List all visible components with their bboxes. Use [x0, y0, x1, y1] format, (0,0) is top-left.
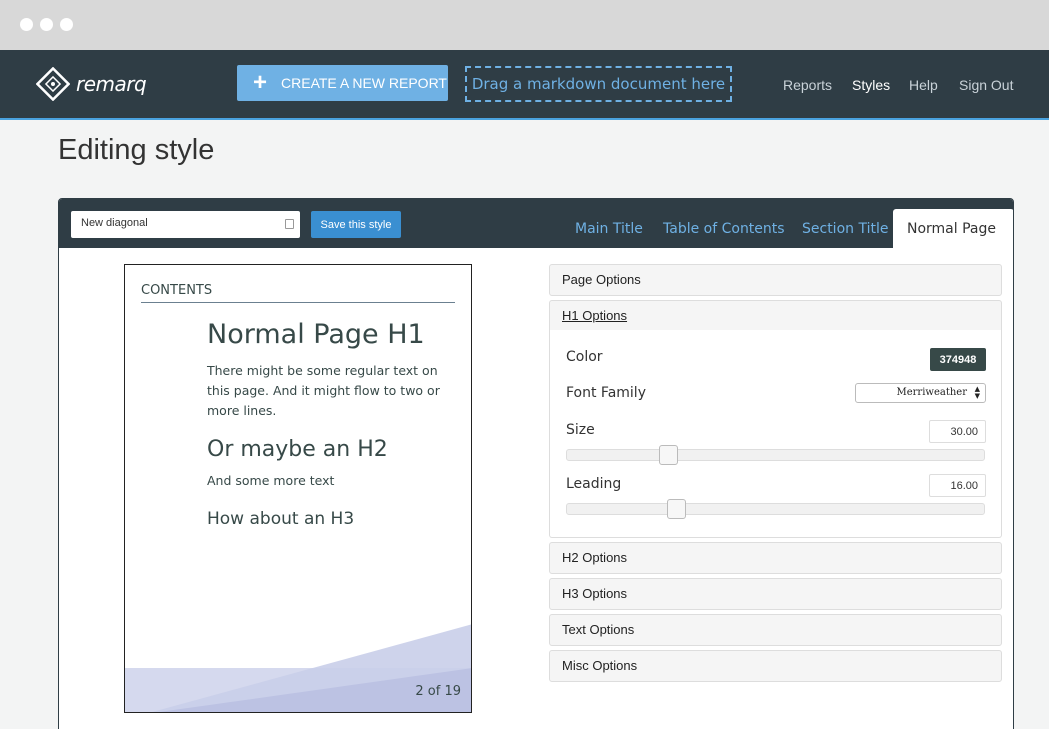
keyboard-icon: [285, 219, 294, 229]
drop-zone-label: Drag a markdown document here: [471, 75, 726, 93]
size-label: Size: [566, 422, 595, 438]
size-input[interactable]: 30.00: [929, 420, 986, 443]
brand-name: remarq: [76, 72, 147, 96]
leading-slider-handle[interactable]: [667, 499, 686, 519]
preview-h3: How about an H3: [207, 509, 355, 529]
create-report-label: CREATE A NEW REPORT: [281, 75, 447, 91]
font-family-select[interactable]: Merriweather ▲ ▼: [855, 383, 986, 403]
h1-options-body: Color 374948 Font Family Merriweather ▲ ▼…: [549, 330, 1002, 538]
preview-divider: [141, 302, 455, 303]
font-family-label: Font Family: [566, 385, 646, 401]
markdown-drop-zone[interactable]: Drag a markdown document here: [465, 66, 732, 102]
size-slider[interactable]: [566, 445, 985, 465]
browser-chrome: [0, 0, 1049, 50]
select-arrows-icon: ▲ ▼: [974, 385, 980, 400]
text-options-section[interactable]: Text Options: [549, 614, 1002, 646]
leading-input[interactable]: 16.00: [929, 474, 986, 497]
h1-options-section[interactable]: H1 Options: [549, 300, 1002, 332]
tab-normal-page[interactable]: Normal Page: [893, 209, 1013, 248]
preview-paragraph-1: There might be some regular text on this…: [207, 363, 440, 418]
style-name-input[interactable]: New diagonal: [71, 211, 300, 238]
preview-page-number: 2 of 19: [415, 684, 461, 699]
style-editor-panel: New diagonal Save this style Main Title …: [58, 198, 1014, 729]
window-maximize-dot[interactable]: [60, 18, 73, 31]
preview-h2: Or maybe an H2: [207, 437, 388, 462]
create-report-button[interactable]: + CREATE A NEW REPORT: [237, 65, 448, 101]
nav-link-styles[interactable]: Styles: [852, 77, 890, 93]
tab-main-title[interactable]: Main Title: [561, 209, 657, 248]
style-name-value: New diagonal: [81, 217, 148, 229]
nav-link-sign-out[interactable]: Sign Out: [959, 77, 1013, 93]
preview-paragraph-2: And some more text: [207, 473, 335, 488]
plus-icon: +: [253, 69, 268, 96]
nav-link-help[interactable]: Help: [909, 77, 938, 93]
window-close-dot[interactable]: [20, 18, 33, 31]
brand-logo[interactable]: remarq: [35, 66, 147, 102]
h2-options-section[interactable]: H2 Options: [549, 542, 1002, 574]
save-style-button[interactable]: Save this style: [311, 211, 401, 238]
leading-label: Leading: [566, 476, 622, 492]
leading-slider[interactable]: [566, 499, 985, 519]
size-slider-handle[interactable]: [659, 445, 678, 465]
page-preview: CONTENTS Normal Page H1 There might be s…: [124, 264, 472, 713]
logo-icon: [35, 66, 71, 102]
editor-header: New diagonal Save this style Main Title …: [59, 199, 1013, 248]
color-picker[interactable]: 374948: [930, 348, 986, 371]
tab-section-title[interactable]: Section Title: [788, 209, 902, 248]
window-minimize-dot[interactable]: [40, 18, 53, 31]
nav-link-reports[interactable]: Reports: [783, 77, 832, 93]
misc-options-section[interactable]: Misc Options: [549, 650, 1002, 682]
top-navbar: remarq + CREATE A NEW REPORT Drag a mark…: [0, 50, 1049, 120]
font-family-value: Merriweather: [896, 387, 967, 398]
page-title: Editing style: [58, 134, 215, 166]
h3-options-section[interactable]: H3 Options: [549, 578, 1002, 610]
preview-h1: Normal Page H1: [207, 319, 425, 350]
tab-table-of-contents[interactable]: Table of Contents: [649, 209, 799, 248]
color-label: Color: [566, 349, 603, 365]
page-options-section[interactable]: Page Options: [549, 264, 1002, 296]
preview-contents-heading: CONTENTS: [141, 283, 213, 298]
